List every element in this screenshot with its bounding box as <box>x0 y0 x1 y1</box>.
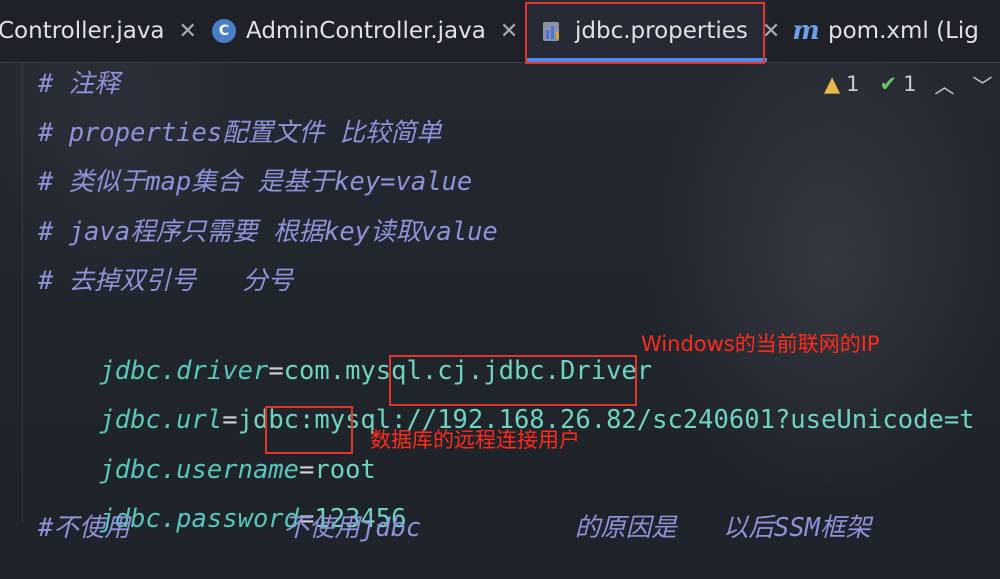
tab-label: Controller.java <box>0 18 165 44</box>
annotation-box-active-tab <box>525 2 765 64</box>
code-line-comment: # 类似于map集合 是基于key=value <box>38 167 473 197</box>
indent-guide <box>22 62 23 522</box>
editor-tab-bar: Controller.java ✕ C AdminController.java… <box>0 0 1000 63</box>
maven-icon: m <box>792 16 820 46</box>
tab-controller-java[interactable]: Controller.java ✕ <box>0 0 197 62</box>
code-line-comment: # 注释 <box>38 69 120 99</box>
annotation-box-username <box>265 406 353 454</box>
code-line-comment: #不使用 不使用jdbc 的原因是 以后SSM框架 <box>38 513 871 543</box>
code-line-comment: # 去掉双引号 分号 <box>38 266 294 296</box>
tab-label: pom.xml (Lig <box>828 18 979 44</box>
close-icon[interactable]: ✕ <box>179 19 197 44</box>
annotation-user-note: 数据库的远程连接用户 <box>370 428 580 452</box>
close-icon[interactable]: ✕ <box>500 19 518 44</box>
annotation-box-ip <box>389 355 637 406</box>
code-line-property: jdbc.driver=com.mysql.cj.jdbc.Driver <box>38 311 652 386</box>
code-line-property: jdbc.password=123456 <box>38 459 406 534</box>
java-class-icon: C <box>212 19 236 43</box>
code-line-comment: # properties配置文件 比较简单 <box>38 118 442 148</box>
annotation-ip-note: Windows的当前联网的IP <box>641 332 880 356</box>
tab-admincontroller-java[interactable]: C AdminController.java ✕ <box>212 0 518 62</box>
tab-label: AdminController.java <box>246 18 486 44</box>
code-line-comment: # java程序只需要 根据key读取value <box>38 217 498 247</box>
tab-pom-xml[interactable]: m pom.xml (Lig <box>792 0 979 62</box>
